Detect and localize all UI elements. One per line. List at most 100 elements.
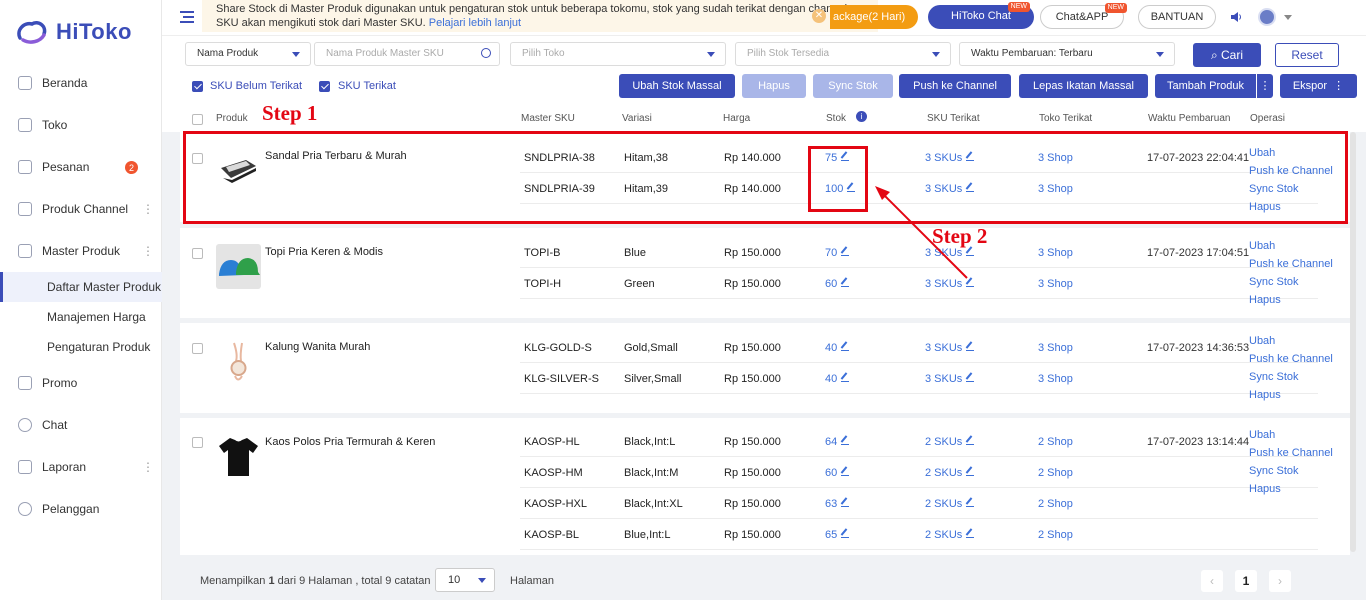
shop-bound-link[interactable]: 2 Shop bbox=[1038, 467, 1073, 479]
edit-link[interactable]: Ubah bbox=[1249, 332, 1333, 350]
sidebar-sub-manajemen-harga[interactable]: Manajemen Harga bbox=[0, 302, 162, 332]
delete-link[interactable]: Hapus bbox=[1249, 480, 1333, 498]
sidebar-sub-pengaturan-produk[interactable]: Pengaturan Produk bbox=[0, 332, 162, 362]
sku-bound-link[interactable]: 3 SKUs bbox=[925, 373, 975, 385]
sidebar-item-beranda[interactable]: Beranda bbox=[0, 62, 162, 104]
prev-page-button[interactable]: ‹ bbox=[1201, 570, 1223, 592]
product-name[interactable]: Kaos Polos Pria Termurah & Keren bbox=[265, 436, 435, 448]
sku-bound-link[interactable]: 2 SKUs bbox=[925, 529, 975, 541]
stock-placeholder: Pilih Stok Tersedia bbox=[747, 48, 830, 59]
stock-edit[interactable]: 60 bbox=[825, 467, 850, 479]
delete-link[interactable]: Hapus bbox=[1249, 386, 1333, 404]
field-select[interactable]: Nama Produk bbox=[185, 42, 311, 66]
search-input[interactable]: Nama Produk Master SKU bbox=[314, 42, 500, 66]
sidebar-item-pesanan[interactable]: Pesanan 2 bbox=[0, 146, 162, 188]
product-checkbox[interactable] bbox=[192, 437, 203, 448]
sidebar-item-label: Chat bbox=[42, 418, 68, 432]
speaker-icon[interactable] bbox=[1230, 11, 1242, 23]
stock-edit[interactable]: 65 bbox=[825, 529, 850, 541]
sidebar-item-promo[interactable]: Promo bbox=[0, 362, 162, 404]
search-icon[interactable] bbox=[481, 48, 491, 58]
package-button[interactable]: ackage(2 Hari) bbox=[830, 5, 918, 29]
more-icon[interactable]: ⋮ bbox=[1257, 74, 1273, 98]
sidebar-sub-daftar-master-produk[interactable]: Daftar Master Produk bbox=[0, 272, 162, 302]
summary-current-page: 1 bbox=[268, 575, 275, 587]
sidebar-item-produk-channel[interactable]: Produk Channel ⋮ bbox=[0, 188, 162, 230]
push-link[interactable]: Push ke Channel bbox=[1249, 255, 1333, 273]
unbound-sku-checkbox[interactable] bbox=[192, 81, 203, 92]
sidebar-item-pelanggan[interactable]: Pelanggan bbox=[0, 488, 162, 530]
sidebar-item-laporan[interactable]: Laporan ⋮ bbox=[0, 446, 162, 488]
product-name[interactable]: Topi Pria Keren & Modis bbox=[265, 246, 383, 258]
sync-stock-button[interactable]: Sync Stok bbox=[813, 74, 893, 98]
stock-edit[interactable]: 40 bbox=[825, 373, 850, 385]
bulk-unbind-button[interactable]: Lepas Ikatan Massal bbox=[1019, 74, 1148, 98]
header-sku-bound: SKU Terikat bbox=[927, 113, 980, 124]
shop-bound-link[interactable]: 3 Shop bbox=[1038, 247, 1073, 259]
learn-more-link[interactable]: Pelajari lebih lanjut bbox=[429, 17, 521, 29]
stock-select[interactable]: Pilih Stok Tersedia bbox=[735, 42, 951, 66]
delete-link[interactable]: Hapus bbox=[1249, 291, 1333, 309]
vertical-scrollbar[interactable] bbox=[1350, 132, 1356, 552]
sidebar-item-master-produk[interactable]: Master Produk ⋮ bbox=[0, 230, 162, 272]
product-checkbox[interactable] bbox=[192, 343, 203, 354]
search-button-label: Cari bbox=[1221, 48, 1244, 62]
sync-link[interactable]: Sync Stok bbox=[1249, 462, 1333, 480]
info-icon[interactable]: i bbox=[856, 111, 867, 122]
edit-link[interactable]: Ubah bbox=[1249, 426, 1333, 444]
product-checkbox[interactable] bbox=[192, 248, 203, 259]
necklace-image bbox=[230, 342, 247, 381]
product-name[interactable]: Kalung Wanita Murah bbox=[265, 341, 370, 353]
stock-edit[interactable]: 63 bbox=[825, 498, 850, 510]
brand-logo[interactable]: HiToko bbox=[14, 18, 132, 46]
add-product-button[interactable]: Tambah Produk bbox=[1155, 74, 1256, 98]
sku-bound-link[interactable]: 2 SKUs bbox=[925, 467, 975, 479]
reset-button[interactable]: Reset bbox=[1275, 43, 1339, 67]
shop-bound-link[interactable]: 3 Shop bbox=[1038, 342, 1073, 354]
help-button[interactable]: BANTUAN bbox=[1138, 5, 1216, 29]
header-product: Produk bbox=[216, 113, 248, 124]
next-page-button[interactable]: › bbox=[1269, 570, 1291, 592]
chevron-down-icon bbox=[478, 578, 486, 583]
shop-bound-link[interactable]: 2 Shop bbox=[1038, 436, 1073, 448]
stock-edit[interactable]: 40 bbox=[825, 342, 850, 354]
shop-bound-link[interactable]: 3 Shop bbox=[1038, 278, 1073, 290]
sync-link[interactable]: Sync Stok bbox=[1249, 273, 1333, 291]
page-size-select[interactable]: 10 bbox=[435, 568, 495, 592]
header-shop-bound: Toko Terikat bbox=[1039, 113, 1093, 124]
sidebar-item-chat[interactable]: Chat bbox=[0, 404, 162, 446]
sidebar-item-toko[interactable]: Toko bbox=[0, 104, 162, 146]
push-link[interactable]: Push ke Channel bbox=[1249, 350, 1333, 368]
close-icon[interactable]: ✕ bbox=[812, 9, 826, 23]
stock-edit[interactable]: 70 bbox=[825, 247, 850, 259]
hitoko-chat-button[interactable]: HiToko Chat NEW bbox=[928, 2, 1034, 29]
sku-bound-link[interactable]: 2 SKUs bbox=[925, 498, 975, 510]
export-button[interactable]: Ekspor ⋮ bbox=[1280, 74, 1357, 98]
chat-app-button[interactable]: Chat&APP NEW bbox=[1040, 3, 1127, 29]
shop-bound-link[interactable]: 2 Shop bbox=[1038, 498, 1073, 510]
select-all-checkbox[interactable] bbox=[192, 114, 203, 125]
sku-bound-link[interactable]: 2 SKUs bbox=[925, 436, 975, 448]
bulk-stock-button[interactable]: Ubah Stok Massal bbox=[619, 74, 735, 98]
push-channel-button[interactable]: Push ke Channel bbox=[899, 74, 1011, 98]
page-number-button[interactable]: 1 bbox=[1235, 570, 1257, 592]
shop-select[interactable]: Pilih Toko bbox=[510, 42, 726, 66]
sku-bound-link[interactable]: 3 SKUs bbox=[925, 342, 975, 354]
search-button[interactable]: ⌕ Cari bbox=[1193, 43, 1261, 67]
sidebar-nav: Beranda Toko Pesanan 2 Produk Channel ⋮ Ma… bbox=[0, 62, 162, 530]
sync-link[interactable]: Sync Stok bbox=[1249, 368, 1333, 386]
edit-link[interactable]: Ubah bbox=[1249, 237, 1333, 255]
new-badge: NEW bbox=[1007, 2, 1030, 12]
bound-sku-checkbox[interactable] bbox=[319, 81, 330, 92]
sort-select[interactable]: Waktu Pembaruan: Terbaru bbox=[959, 42, 1175, 66]
delete-button[interactable]: Hapus bbox=[742, 74, 806, 98]
chevron-down-icon[interactable] bbox=[1284, 15, 1292, 20]
user-avatar[interactable] bbox=[1258, 8, 1276, 26]
shop-bound-link[interactable]: 3 Shop bbox=[1038, 373, 1073, 385]
price: Rp 150.000 bbox=[724, 529, 781, 541]
shop-bound-link[interactable]: 2 Shop bbox=[1038, 529, 1073, 541]
menu-collapse-icon[interactable] bbox=[180, 11, 194, 23]
push-link[interactable]: Push ke Channel bbox=[1249, 444, 1333, 462]
stock-edit[interactable]: 60 bbox=[825, 278, 850, 290]
stock-edit[interactable]: 64 bbox=[825, 436, 850, 448]
